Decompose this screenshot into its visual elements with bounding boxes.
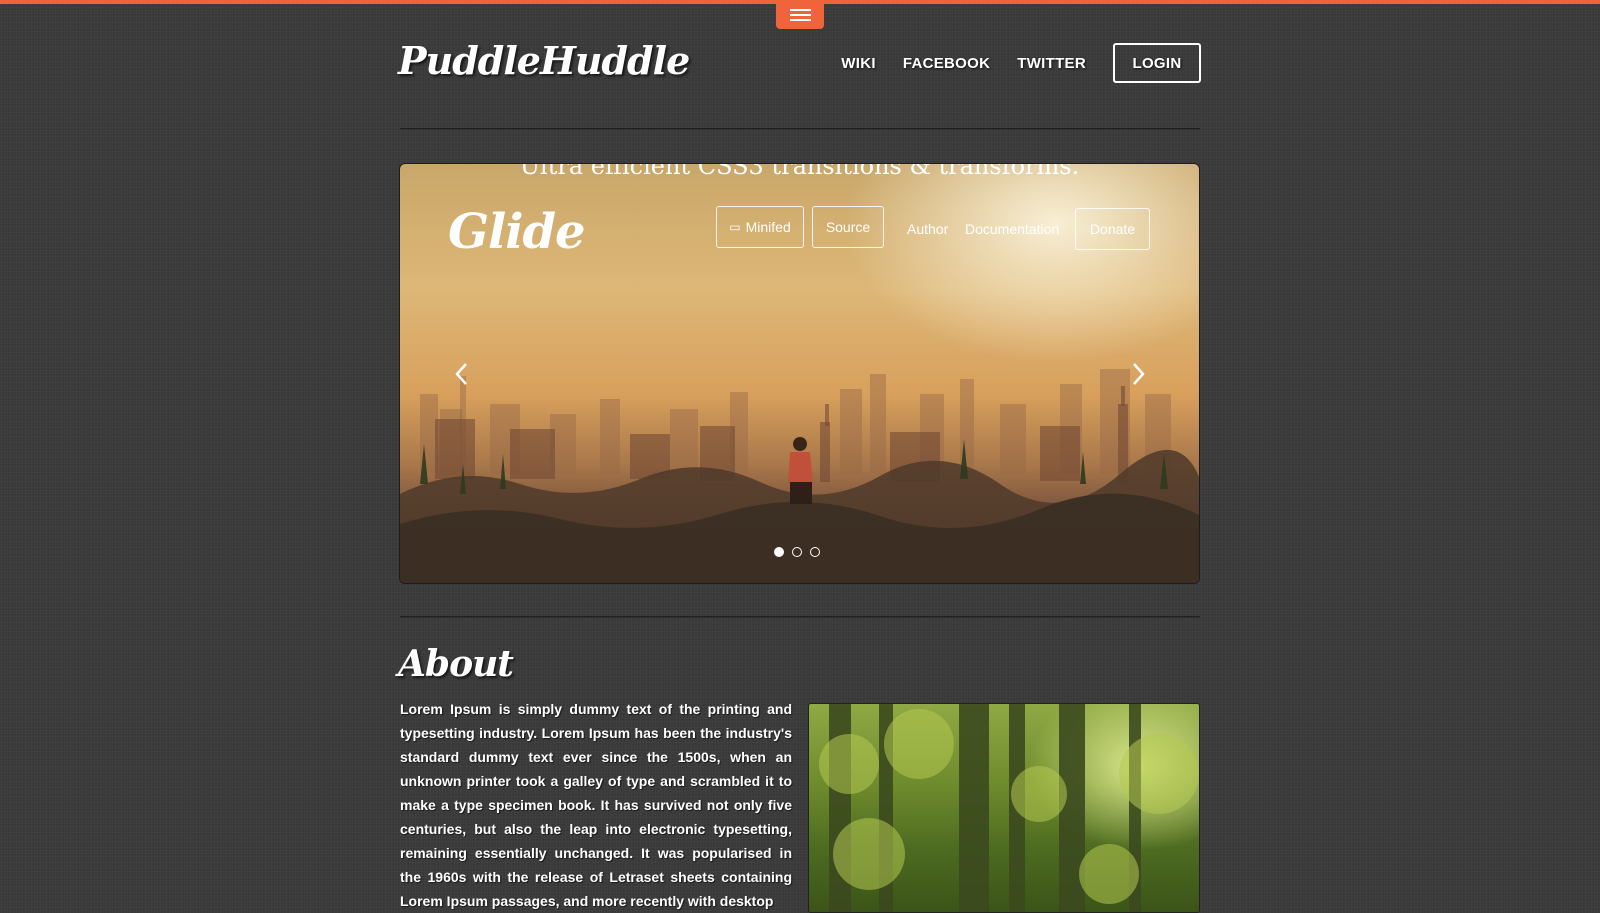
documentation-link[interactable]: Documentation <box>965 221 1059 237</box>
nav-twitter[interactable]: TWITTER <box>1017 55 1086 72</box>
main-nav: WIKI FACEBOOK TWITTER LOGIN <box>841 43 1201 83</box>
hamburger-icon <box>789 8 811 11</box>
section-divider <box>400 616 1200 618</box>
donate-button[interactable]: Donate <box>1075 208 1150 250</box>
login-button[interactable]: LOGIN <box>1113 43 1201 83</box>
about-paragraph: Lorem Ipsum is simply dummy text of the … <box>400 701 792 909</box>
slider-bullets <box>774 547 820 557</box>
forest-image <box>808 703 1200 913</box>
author-link[interactable]: Author <box>907 221 948 237</box>
about-heading: About <box>398 643 514 685</box>
source-button[interactable]: Source <box>812 206 884 248</box>
slider-bullet-2[interactable] <box>792 547 802 557</box>
slide-caption: Ultra efficient CSS3 transitions & trans… <box>519 163 1080 180</box>
hamburger-icon-line <box>789 18 811 21</box>
chevron-right-icon[interactable] <box>1128 360 1148 388</box>
image-slider: Ultra efficient CSS3 transitions & trans… <box>399 163 1200 584</box>
slider-bullet-3[interactable] <box>810 547 820 557</box>
menu-toggle-button[interactable] <box>776 0 824 29</box>
minified-button[interactable]: ▭ Minifed <box>716 206 804 248</box>
runner-figure <box>788 437 813 504</box>
glide-logo: Glide <box>448 204 586 260</box>
slider-bullet-1[interactable] <box>774 547 784 557</box>
nav-facebook[interactable]: FACEBOOK <box>903 55 990 72</box>
minified-label: Minifed <box>745 219 791 235</box>
nav-wiki[interactable]: WIKI <box>841 55 876 72</box>
chevron-left-icon[interactable] <box>452 360 472 388</box>
header-divider <box>400 128 1200 130</box>
site-logo[interactable]: PuddleHuddle <box>398 38 690 83</box>
hamburger-icon-line <box>789 13 811 16</box>
download-icon: ▭ <box>729 220 741 234</box>
